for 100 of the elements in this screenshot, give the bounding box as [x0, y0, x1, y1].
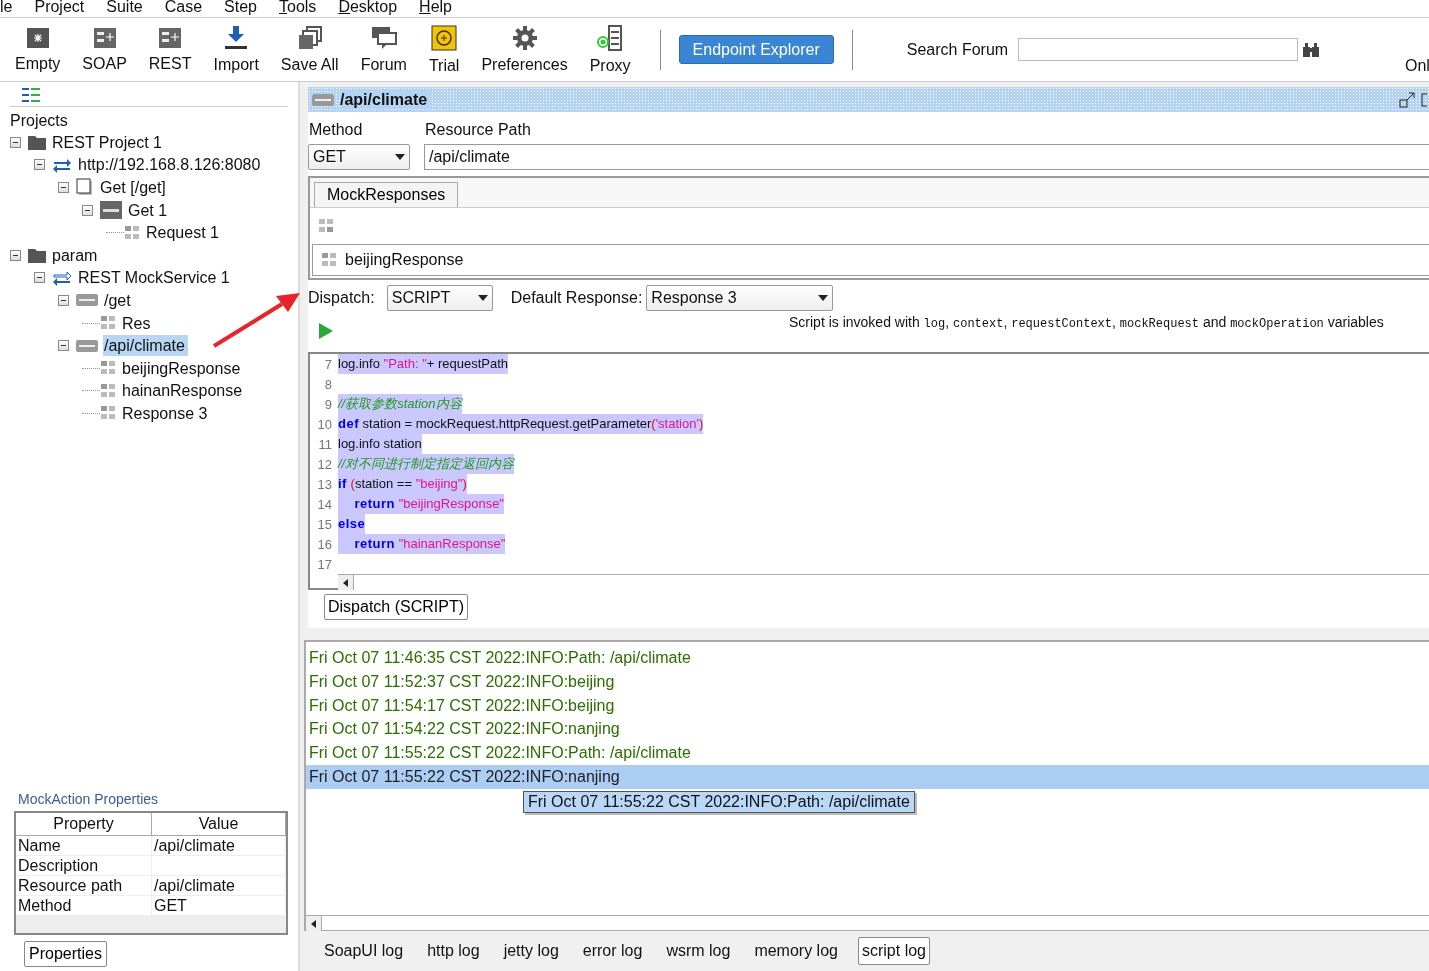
column-header[interactable]: Value — [152, 813, 286, 835]
log-tab[interactable]: wsrm log — [662, 937, 735, 965]
toolbar-button[interactable]: Forum — [349, 19, 418, 80]
line-number: 15 — [316, 516, 333, 532]
log-tab[interactable]: error log — [578, 937, 647, 965]
caret-icon — [818, 295, 829, 301]
search-label: Search Forum — [906, 40, 1009, 59]
toolbar-button[interactable]: Preferences — [470, 19, 579, 80]
editor-title: /api/climate — [340, 90, 432, 109]
panel-title: MockAction Properties — [18, 791, 160, 807]
toolbar-button[interactable]: Import — [202, 19, 270, 80]
tree-view-icon[interactable] — [22, 88, 40, 102]
tree-item[interactable]: beijingResponse — [121, 357, 244, 379]
expander-icon[interactable] — [82, 204, 93, 216]
tree-item[interactable]: /get — [103, 289, 134, 311]
line-number: 10 — [316, 416, 333, 432]
log-tab[interactable]: memory log — [750, 937, 842, 965]
dispatch-select[interactable]: SCRIPT — [386, 285, 493, 311]
tree-item[interactable]: http://192.168.8.126:8080 — [77, 154, 264, 176]
document-icon — [76, 178, 94, 197]
tree-item[interactable]: Res — [121, 312, 154, 334]
tree-item[interactable]: /api/climate — [103, 335, 188, 357]
default-response-label: Default Response: — [510, 289, 643, 307]
toolbar-button[interactable]: Proxy — [578, 19, 642, 80]
expander-icon[interactable] — [10, 136, 21, 148]
toolbar-button[interactable]: REST — [137, 19, 203, 80]
menu-item[interactable]: Case — [164, 0, 203, 17]
toolbar-button[interactable]: Save All — [269, 19, 350, 80]
project-icon — [25, 26, 50, 49]
properties-button[interactable]: Properties — [24, 941, 107, 967]
tree-item[interactable]: param — [51, 244, 101, 266]
settings-icon — [512, 25, 537, 50]
toolbar-button[interactable]: SOAP — [71, 19, 138, 80]
expander-icon[interactable] — [58, 340, 69, 352]
server-icon — [597, 24, 624, 51]
menu-item[interactable]: le — [0, 0, 13, 17]
line-number: 17 — [316, 556, 333, 572]
line-number: 14 — [316, 496, 333, 512]
method-icon — [76, 294, 98, 307]
menu-item[interactable]: Tools — [279, 0, 317, 17]
expander-icon[interactable] — [34, 159, 45, 171]
tree-item[interactable]: REST MockService 1 — [77, 267, 233, 289]
tooltip: Fri Oct 07 11:55:22 CST 2022:INFO:Path: /api/climate — [523, 791, 915, 813]
arrows-icon — [52, 269, 72, 286]
tree-item[interactable]: REST Project 1 — [51, 131, 165, 153]
tree-item[interactable]: Get 1 — [127, 199, 171, 221]
chat-icon — [370, 25, 397, 50]
tab[interactable]: MockResponses — [314, 182, 459, 207]
toolbar-button[interactable]: Trial — [417, 19, 471, 80]
tree-item[interactable]: Response 3 — [121, 402, 211, 424]
menu-item[interactable]: Desktop — [338, 0, 398, 17]
menu-item[interactable]: Help — [419, 0, 452, 17]
log-line[interactable]: Fri Oct 07 11:54:17 CST 2022:INFO:beijing — [306, 693, 1429, 718]
detach-icon[interactable] — [1399, 91, 1415, 108]
tree-item[interactable]: Get [/get] — [99, 177, 169, 198]
menu-item[interactable]: Step — [224, 0, 257, 17]
log-tab[interactable]: SoapUI log — [320, 937, 408, 965]
expander-icon[interactable] — [10, 249, 21, 261]
trial-icon — [431, 24, 458, 51]
log-tab[interactable]: jetty log — [499, 937, 563, 965]
tree-item[interactable]: Request 1 — [145, 222, 222, 244]
scroll-left-icon[interactable] — [338, 575, 354, 590]
maximize-icon[interactable] — [1421, 91, 1427, 108]
log-line[interactable]: Fri Oct 07 11:52:37 CST 2022:INFO:beijing — [306, 669, 1429, 694]
menu-item[interactable]: Suite — [106, 0, 143, 17]
resource-path-field[interactable]: /api/climate — [424, 144, 1429, 170]
log-line[interactable]: Fri Oct 07 11:54:22 CST 2022:INFO:nanjing — [306, 717, 1429, 742]
tree-item[interactable]: hainanResponse — [121, 380, 246, 402]
log-line[interactable]: Fri Oct 07 11:46:35 CST 2022:INFO:Path: /api/climate — [306, 646, 1429, 670]
default-response-select[interactable]: Response 3 — [646, 285, 834, 311]
binoculars-icon[interactable] — [1302, 41, 1321, 58]
save-all-icon — [297, 25, 322, 50]
scroll-left-icon[interactable] — [306, 916, 322, 931]
log-line[interactable]: Fri Oct 07 11:55:22 CST 2022:INFO:Path: /api/climate — [306, 741, 1429, 765]
column-header[interactable]: Property — [16, 813, 152, 835]
new-response-button[interactable] — [318, 218, 334, 234]
menu-item[interactable]: Project — [34, 0, 85, 17]
expander-icon[interactable] — [58, 294, 69, 306]
rest-project-icon — [158, 26, 183, 49]
line-number: 16 — [316, 536, 333, 552]
method-select[interactable]: GET — [308, 144, 410, 170]
arrows-icon — [52, 156, 72, 173]
play-icon[interactable] — [318, 322, 334, 340]
dispatch-button[interactable]: Dispatch (SCRIPT) — [324, 594, 469, 620]
line-number: 11 — [317, 436, 333, 452]
endpoint-explorer-button[interactable]: Endpoint Explorer — [678, 35, 834, 64]
expander-icon[interactable] — [58, 182, 69, 193]
folder-icon — [28, 134, 46, 150]
log-tab[interactable]: script log — [857, 937, 930, 965]
expander-icon[interactable] — [34, 272, 45, 284]
log-tab[interactable]: http log — [423, 937, 484, 965]
download-icon — [224, 25, 249, 50]
caret-icon — [395, 154, 405, 160]
list-item[interactable]: beijingResponse — [345, 251, 464, 269]
request-icon — [124, 224, 140, 241]
search-field[interactable] — [1018, 38, 1299, 61]
method-icon — [312, 93, 334, 106]
toolbar-button[interactable]: Empty — [4, 19, 72, 80]
line-number: 12 — [316, 456, 333, 472]
projects-heading: Projects — [10, 111, 69, 131]
